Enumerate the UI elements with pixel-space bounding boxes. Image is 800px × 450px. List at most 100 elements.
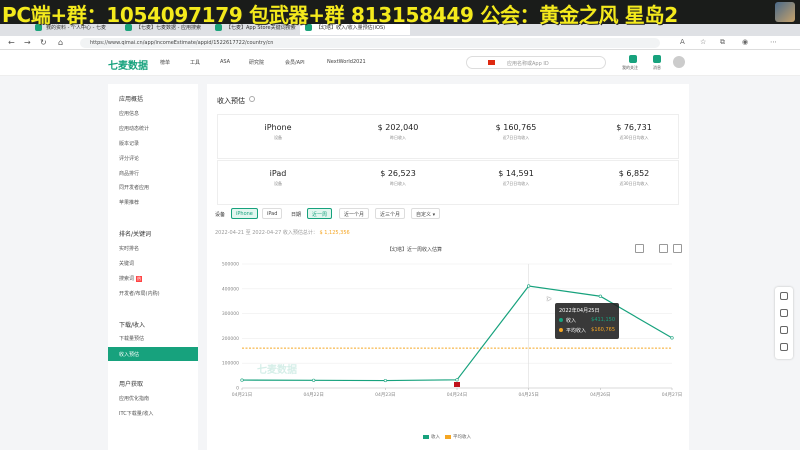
data-point-income	[455, 378, 459, 382]
filter-ipad-button[interactable]: iPad	[262, 208, 283, 219]
stats-card-ipad: iPad 设备 $ 26,523 昨日收入 $ 14,591 近7日日均收入 $ 6,…	[217, 160, 679, 205]
sidebar-group-title: 排名/关键词	[119, 231, 152, 238]
legend-label: 收入	[431, 435, 440, 440]
x-tick-label: 04月23日	[375, 392, 395, 398]
sidebar-item[interactable]: 应用优化指南	[119, 395, 149, 402]
y-tick-label: 300000	[222, 311, 239, 317]
info-icon[interactable]	[249, 96, 255, 102]
message-label[interactable]: 消息	[653, 65, 661, 71]
chart-type-icon[interactable]	[635, 244, 644, 253]
data-point-income	[383, 378, 387, 383]
sidebar-item[interactable]: 评分评论	[119, 155, 139, 162]
favorite-icon[interactable]: ☆	[700, 38, 706, 46]
filter-week-button[interactable]: 近一周	[307, 208, 333, 219]
x-tick-label: 04月24日	[447, 392, 467, 398]
menu-rankings[interactable]: 榜单	[160, 59, 170, 66]
download-icon[interactable]	[673, 244, 682, 253]
menu-asa[interactable]: ASA	[220, 59, 230, 65]
follow-label[interactable]: 我的关注	[622, 65, 638, 71]
tooltip-value: $160,765	[591, 327, 615, 333]
menu-research[interactable]: 研究院	[249, 59, 264, 66]
globe-icon[interactable]	[780, 343, 788, 351]
filter-month-button[interactable]: 近一个月	[339, 208, 370, 219]
device-name: iPhone	[264, 123, 292, 132]
sidebar-item[interactable]: 商品排行	[119, 170, 139, 177]
tooltip-dot	[559, 318, 563, 322]
follow-icon[interactable]	[629, 55, 637, 63]
site-logo[interactable]: 七麦数据	[108, 57, 148, 72]
sidebar-item[interactable]: 苹果推荐	[119, 199, 139, 206]
tooltip-value: $411,150	[591, 317, 615, 323]
sidebar-item-search-terms[interactable]: 搜索词热	[119, 275, 143, 282]
chat-icon[interactable]	[780, 292, 788, 300]
sidebar-item[interactable]: 下载量预估	[119, 335, 144, 342]
x-tick-label: 04月22日	[303, 392, 323, 398]
sidebar-item[interactable]: 版本记录	[119, 140, 139, 147]
device-filter-label: 设备	[215, 212, 226, 218]
x-tick-label: 04月21日	[232, 392, 252, 398]
feedback-icon[interactable]	[780, 326, 788, 334]
stream-banner: PC端+群：1054097179 包武器+群 813158449 公会：黄金之风…	[0, 0, 800, 27]
sidebar-item[interactable]: 同开发者应用	[119, 184, 149, 191]
y-tick-label: 200000	[222, 336, 239, 342]
sidebar-item-label: 搜索词	[119, 276, 135, 282]
filter-3month-button[interactable]: 近三个月	[375, 208, 406, 219]
site-top-nav: 七麦数据 榜单 工具 ASA 研究院 会员/API NextWorld2021 …	[0, 50, 800, 76]
message-icon[interactable]	[653, 55, 661, 63]
reader-icon[interactable]: A	[680, 38, 685, 46]
data-point-income	[670, 336, 674, 340]
x-tick-label: 04月26日	[590, 392, 610, 398]
back-icon[interactable]: ←	[8, 38, 15, 47]
y-tick-label: 0	[236, 386, 239, 392]
sidebar-item[interactable]: 实时排名	[119, 245, 139, 252]
data-point-income	[527, 284, 531, 288]
sidebar: 应用概括 应用信息 应用动态统计 版本记录 评分评论 商品排行 同开发者应用 苹…	[108, 84, 198, 450]
legend-income[interactable]: 收入	[423, 434, 440, 440]
menu-membership[interactable]: 会员/API	[285, 59, 305, 66]
app-search-input[interactable]: 应用名称或App ID	[466, 56, 606, 69]
legend-swatch	[445, 434, 451, 439]
sidebar-item[interactable]: 应用信息	[119, 110, 139, 117]
qr-code-icon[interactable]	[780, 309, 788, 317]
stat-cell: $ 14,591 近7日日均收入	[476, 169, 556, 187]
browser-menu-icon[interactable]: ⋯	[770, 38, 777, 46]
sidebar-item[interactable]: ITC下载量/收入	[119, 410, 153, 417]
banner-text: PC端+群：1054097179 包武器+群 813158449 公会：黄金之风…	[2, 3, 678, 27]
menu-tools[interactable]: 工具	[190, 59, 200, 66]
data-point-income	[598, 294, 602, 298]
address-bar: ← → ↻ ⌂ https://www.qimai.cn/app/incomeE…	[0, 36, 800, 50]
tooltip-label: 收入	[566, 318, 577, 324]
legend-label: 平均收入	[453, 435, 471, 440]
stats-card-iphone: iPhone 设备 $ 202,040 昨日收入 $ 160,765 近7日日均收入 …	[217, 114, 679, 159]
profile-icon[interactable]: ◉	[742, 38, 748, 46]
menu-nextworld[interactable]: NextWorld2021	[327, 59, 366, 65]
stat-label: 近7日日均收入	[502, 181, 530, 186]
y-tick-label: 400000	[222, 286, 239, 292]
filter-custom-select[interactable]: 自定义 ▾	[411, 208, 441, 219]
url-field[interactable]: https://www.qimai.cn/app/incomeEstimate/…	[80, 38, 660, 48]
legend-average[interactable]: 平均收入	[445, 434, 471, 440]
mouse-cursor-icon: ➤	[546, 295, 552, 303]
user-avatar[interactable]	[673, 56, 685, 68]
sidebar-item[interactable]: 应用动态统计	[119, 125, 149, 132]
image-download-icon[interactable]	[659, 244, 668, 253]
stat-value: $ 160,765	[495, 123, 537, 132]
home-icon[interactable]: ⌂	[58, 38, 63, 47]
stat-cell: $ 160,765 近7日日均收入	[476, 123, 556, 141]
device-cell: iPhone 设备	[248, 123, 308, 141]
sidebar-item-active[interactable]: 收入预估	[108, 347, 198, 361]
watermark: 七麦数据	[257, 365, 297, 376]
main-panel: 收入预估 iPhone 设备 $ 202,040 昨日收入 $ 160,765 近7日…	[207, 84, 689, 450]
collections-icon[interactable]: ⧉	[720, 38, 725, 47]
country-flag-icon[interactable]	[488, 60, 495, 65]
hot-badge: 热	[136, 276, 143, 282]
page-title: 收入预估	[217, 97, 245, 105]
forward-icon[interactable]: →	[24, 38, 31, 47]
reload-icon[interactable]: ↻	[40, 38, 47, 47]
sidebar-item[interactable]: 关键词	[119, 260, 134, 267]
stat-value: $ 26,523	[380, 169, 416, 178]
range-text: 2022-04-21 至 2022-04-27 收入预估总计：	[215, 230, 318, 236]
streamer-avatar	[775, 2, 795, 22]
sidebar-item[interactable]: 开发者/布局(内购)	[119, 290, 160, 297]
filter-iphone-button[interactable]: iPhone	[231, 208, 258, 219]
